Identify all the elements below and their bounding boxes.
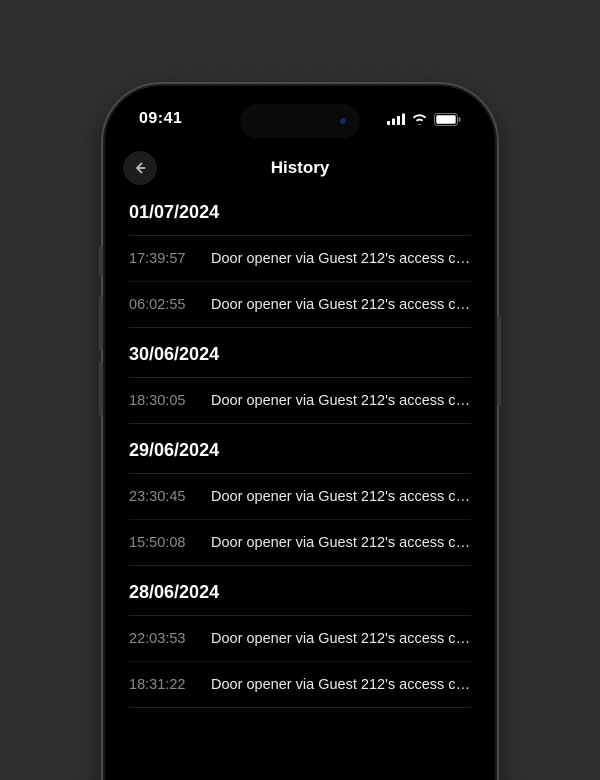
history-entry[interactable]: 17:39:57 Door opener via Guest 212's acc… [129,236,471,282]
entry-time: 06:02:55 [129,297,193,313]
entry-description: Door opener via Guest 212's access code [211,251,471,267]
history-entry[interactable]: 23:30:45 Door opener via Guest 212's acc… [129,474,471,520]
date-header: 28/06/2024 [129,566,471,616]
date-header: 01/07/2024 [129,198,471,236]
phone-screen: 09:41 [111,92,489,780]
history-entry[interactable]: 18:30:05 Door opener via Guest 212's acc… [129,378,471,424]
entry-description: Door opener via Guest 212's access code [211,535,471,551]
entry-time: 18:30:05 [129,393,193,409]
wifi-icon [411,113,428,125]
entry-description: Door opener via Guest 212's access code [211,393,471,409]
entry-description: Door opener via Guest 212's access code [211,631,471,647]
side-button-volume-down [99,361,103,416]
entry-time: 18:31:22 [129,677,193,693]
entry-time: 23:30:45 [129,489,193,505]
side-button-power [497,316,501,406]
status-bar: 09:41 [111,92,489,146]
history-entry[interactable]: 06:02:55 Door opener via Guest 212's acc… [129,282,471,328]
status-time: 09:41 [139,110,182,128]
entry-description: Door opener via Guest 212's access code [211,677,471,693]
entry-description: Door opener via Guest 212's access code [211,297,471,313]
page-title: History [271,158,330,178]
entry-time: 17:39:57 [129,251,193,267]
side-button-volume-up [99,296,103,351]
dynamic-island [240,104,360,138]
entry-description: Door opener via Guest 212's access code [211,489,471,505]
battery-icon [434,113,461,126]
entry-time: 22:03:53 [129,631,193,647]
history-entry[interactable]: 22:03:53 Door opener via Guest 212's acc… [129,616,471,662]
status-icons [387,113,461,126]
app-header: History [111,146,489,190]
history-list[interactable]: 01/07/2024 17:39:57 Door opener via Gues… [111,190,489,708]
arrow-left-icon [131,159,149,177]
camera-dot-icon [340,118,346,124]
side-button-silence [99,246,103,276]
date-header: 29/06/2024 [129,424,471,474]
history-entry[interactable]: 15:50:08 Door opener via Guest 212's acc… [129,520,471,566]
date-header: 30/06/2024 [129,328,471,378]
cellular-signal-icon [387,113,405,125]
phone-device-frame: 09:41 [105,86,495,780]
back-button[interactable] [123,151,157,185]
history-entry[interactable]: 18:31:22 Door opener via Guest 212's acc… [129,662,471,708]
entry-time: 15:50:08 [129,535,193,551]
